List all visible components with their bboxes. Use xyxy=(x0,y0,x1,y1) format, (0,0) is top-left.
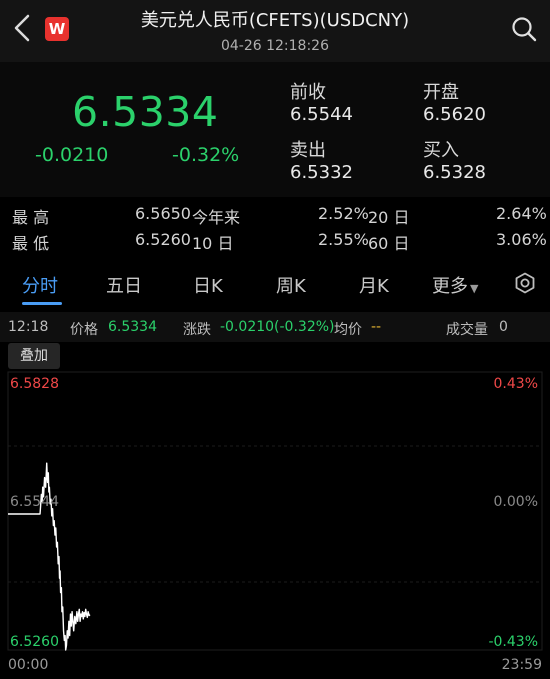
tab-weekly-k[interactable]: 周K xyxy=(276,272,306,298)
sell-value: 6.5332 xyxy=(290,162,353,183)
open-label: 开盘 xyxy=(423,82,459,103)
crosshair-info-bar: 12:18 价格 6.5334 涨跌 -0.0210(-0.32%) 均价 --… xyxy=(0,312,550,342)
d10-label: 10 日 xyxy=(192,234,234,253)
caret-down-icon: ▼ xyxy=(470,282,479,295)
chart-tabs: 分时 五日 日K 周K 月K 更多 ▼ xyxy=(0,262,550,306)
page-title: 美元兑人民币(CFETS)(USDCNY) xyxy=(140,10,410,31)
sell-label: 卖出 xyxy=(290,140,326,161)
high-value: 6.5650 xyxy=(135,204,191,223)
d20-value: 2.64% xyxy=(496,204,547,223)
high-label: 最 高 xyxy=(12,208,50,227)
ytd-label: 今年来 xyxy=(192,208,241,227)
stats-panel: 最 高 6.5650 今年来 2.52% 20 日 2.64% 最 低 6.52… xyxy=(0,200,550,255)
open-value: 6.5620 xyxy=(423,104,486,125)
y-pct-top: 0.43% xyxy=(493,376,538,392)
ytd-value: 2.52% xyxy=(318,204,369,223)
price-change-percent: -0.32% xyxy=(172,144,240,166)
tab-intraday[interactable]: 分时 xyxy=(22,272,58,298)
search-icon[interactable] xyxy=(510,15,538,43)
info-volume-label: 成交量 xyxy=(446,322,488,338)
buy-label: 买入 xyxy=(423,140,459,161)
low-value: 6.5260 xyxy=(135,230,191,249)
x-label-start: 00:00 xyxy=(8,657,49,673)
info-time: 12:18 xyxy=(8,319,49,335)
y-label-mid: 6.5544 xyxy=(10,494,59,510)
overlay-button[interactable]: 叠加 xyxy=(8,343,60,369)
x-label-end: 23:59 xyxy=(501,657,542,673)
tab-five-day[interactable]: 五日 xyxy=(106,272,142,298)
info-price-value: 6.5334 xyxy=(108,319,157,335)
d10-value: 2.55% xyxy=(318,230,369,249)
d20-label: 20 日 xyxy=(368,208,410,227)
tab-daily-k[interactable]: 日K xyxy=(193,272,223,298)
price-line xyxy=(8,462,91,651)
buy-value: 6.5328 xyxy=(423,162,486,183)
info-volume-value: 0 xyxy=(499,319,508,335)
y-label-top: 6.5828 xyxy=(10,376,59,392)
quote-timestamp: 04-26 12:18:26 xyxy=(220,38,329,54)
intraday-chart xyxy=(0,370,550,655)
current-price: 6.5334 xyxy=(72,88,219,136)
low-label: 最 低 xyxy=(12,234,50,253)
info-price-label: 价格 xyxy=(70,322,98,338)
top-bar: W 美元兑人民币(CFETS)(USDCNY) 04-26 12:18:26 xyxy=(0,0,550,62)
info-change-label: 涨跌 xyxy=(183,322,211,338)
settings-gear-icon[interactable] xyxy=(514,272,536,294)
info-avg-label: 均价 xyxy=(334,322,362,338)
y-pct-bottom: -0.43% xyxy=(488,634,538,650)
chart-frame xyxy=(7,371,543,651)
quote-panel: 6.5334 -0.0210 -0.32% 前收 6.5544 开盘 6.562… xyxy=(0,62,550,197)
prev-close-label: 前收 xyxy=(290,82,326,103)
info-change-value: -0.0210(-0.32%) xyxy=(220,319,335,335)
y-pct-mid: 0.00% xyxy=(493,494,538,510)
y-label-bottom: 6.5260 xyxy=(10,634,59,650)
d60-value: 3.06% xyxy=(496,230,547,249)
price-change: -0.0210 xyxy=(35,144,109,166)
d60-label: 60 日 xyxy=(368,234,410,253)
active-tab-indicator xyxy=(22,302,62,305)
prev-close-value: 6.5544 xyxy=(290,104,353,125)
info-avg-value: -- xyxy=(371,319,382,335)
tab-monthly-k[interactable]: 月K xyxy=(359,272,389,298)
tab-more-label: 更多 xyxy=(432,276,468,297)
intraday-chart-svg xyxy=(7,371,543,651)
tab-more[interactable]: 更多 ▼ xyxy=(432,272,478,298)
